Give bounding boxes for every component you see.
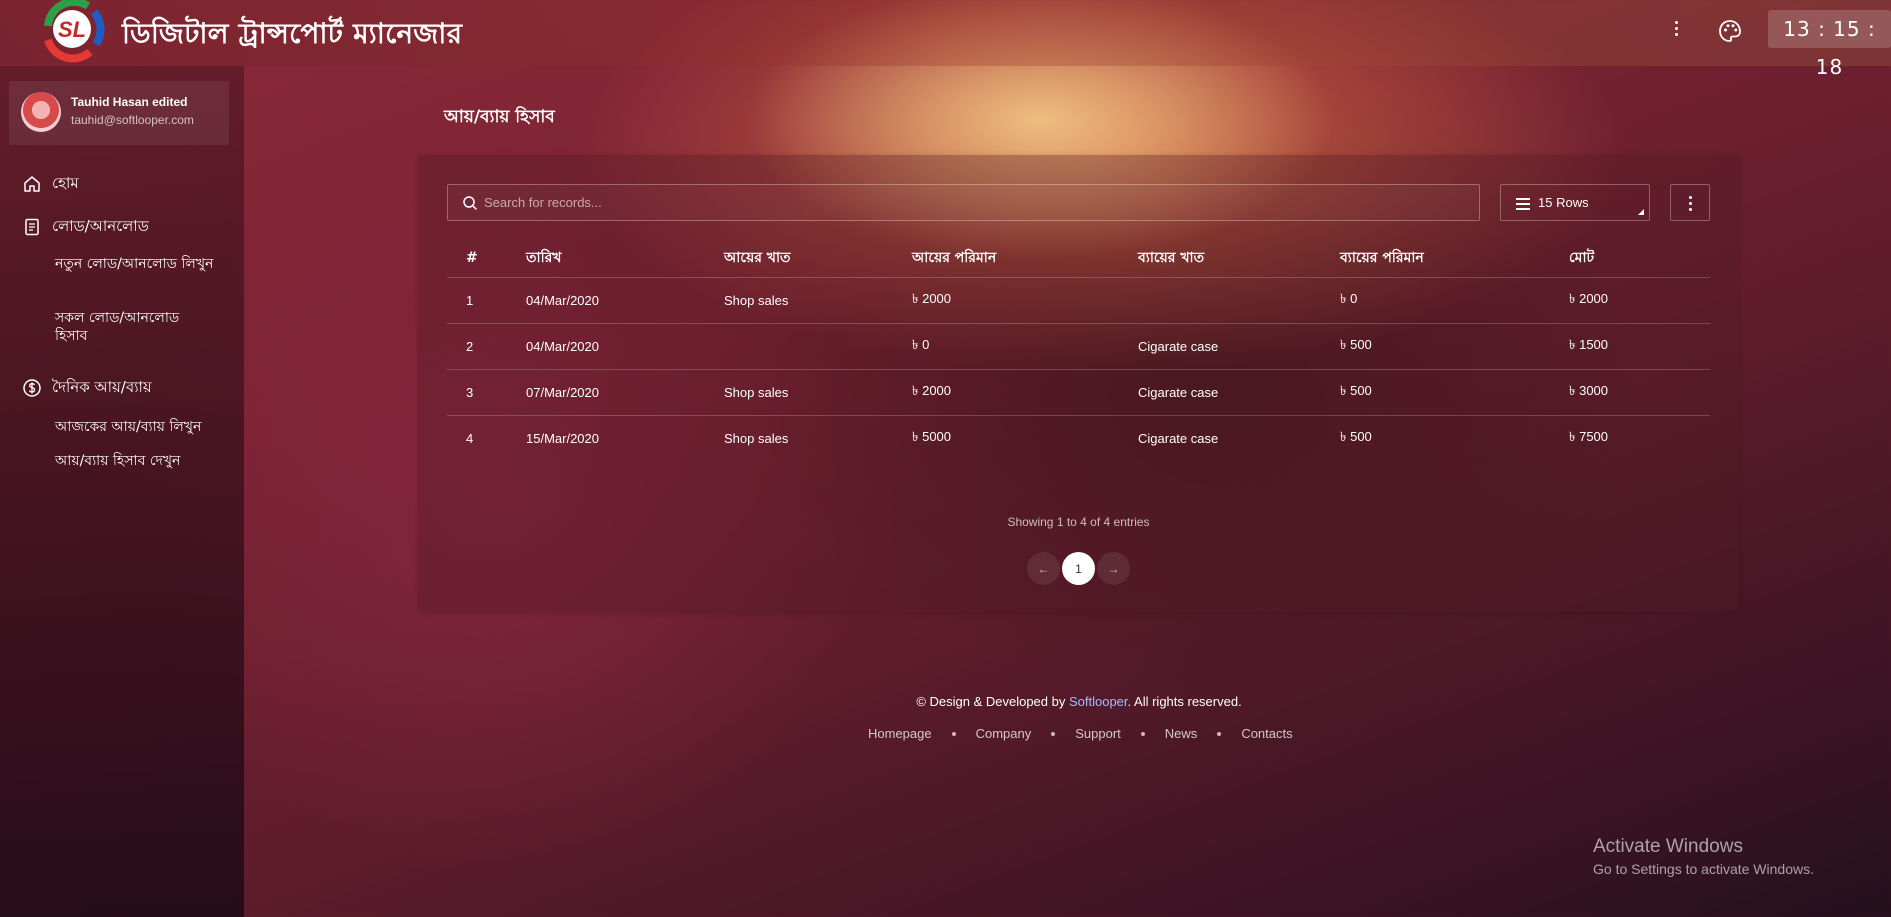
windows-activation-watermark: Activate Windows Go to Settings to activ…	[1593, 836, 1814, 877]
column-header[interactable]: মোট	[1569, 239, 1710, 278]
brand-link[interactable]: Softlooper	[1069, 694, 1128, 709]
sidebar-item-label: হোম	[52, 173, 79, 192]
table-cell: ৳ 0	[1340, 277, 1569, 324]
table-cell: Shop sales	[724, 430, 789, 446]
pagination: ← 1 →	[1027, 552, 1130, 586]
sidebar-item-today-entry[interactable]: আজকের আয়/ব্যায় লিখুন	[55, 418, 235, 436]
copyright-prefix: © Design & Developed by	[916, 694, 1069, 709]
user-name: Tauhid Hasan edited	[71, 95, 188, 109]
table-cell	[1138, 277, 1340, 324]
table-cell: ৳ 2000	[1569, 277, 1710, 324]
table-cell: 4	[466, 430, 474, 446]
sidebar-item-label: লোড/আনলোড	[52, 216, 149, 235]
top-bar: SL ডিজিটাল ট্রান্সপোর্ট ম্যানেজার 13 : 1…	[0, 0, 1891, 79]
table-cell: ৳ 5000	[912, 428, 952, 444]
table-cell: ৳ 500	[1340, 369, 1569, 416]
table-cell: Cigarate case	[1138, 430, 1219, 446]
records-table: # তারিখ আয়ের খাত আয়ের পরিমান ব্যায়ের …	[447, 239, 1710, 461]
table-row[interactable]: 1 04/Mar/2020 Shop sales ৳ 2000 ৳ 0 ৳ 20…	[447, 277, 1710, 324]
table-cell: 2	[447, 323, 526, 370]
palette-icon[interactable]	[1717, 18, 1743, 44]
table-cell: Shop sales	[724, 369, 912, 416]
table-row[interactable]: 3 07/Mar/2020 Shop sales ৳ 2000 Cigarate…	[447, 369, 1710, 416]
column-header[interactable]: ব্যায়ের পরিমান	[1340, 239, 1569, 278]
table-row[interactable]: 2 04/Mar/2020 ৳ 0 Cigarate case ৳ 500 ৳ …	[447, 323, 1710, 370]
footer-link-company[interactable]: Company	[976, 726, 1032, 741]
column-header[interactable]: ব্যায়ের খাত	[1138, 239, 1340, 278]
document-icon	[25, 218, 39, 236]
sidebar-item-load-unload[interactable]: লোড/আনলোড	[22, 215, 149, 239]
table-cell: ৳ 3000	[1569, 369, 1710, 416]
table-options-button[interactable]	[1670, 184, 1710, 221]
copyright-suffix: . All rights reserved.	[1127, 694, 1242, 709]
column-header[interactable]: আয়ের পরিমান	[912, 239, 1138, 278]
footer-link-news[interactable]: News	[1165, 726, 1198, 741]
table-cell: ৳ 500	[1340, 428, 1372, 444]
user-card[interactable]: Tauhid Hasan edited tauhid@softlooper.co…	[9, 81, 229, 145]
table-cell: ৳ 2000	[912, 369, 1138, 416]
sidebar-item-label: দৈনিক আয়/ব্যায়	[52, 377, 152, 396]
search-input[interactable]	[484, 185, 1474, 220]
entries-info: Showing 1 to 4 of 4 entries	[1007, 515, 1150, 529]
menu-lines-icon	[1516, 198, 1530, 213]
table-cell: 1	[447, 277, 526, 324]
dropdown-corner-icon	[1638, 209, 1644, 215]
table-cell: 04/Mar/2020	[526, 323, 724, 370]
separator-dot	[1051, 731, 1056, 736]
footer-link-homepage[interactable]: Homepage	[868, 726, 932, 741]
records-card: 15 Rows # তারিখ আয়ের খাত আয়ের পরিমান ব…	[418, 155, 1739, 612]
table-header-row: # তারিখ আয়ের খাত আয়ের পরিমান ব্যায়ের …	[447, 239, 1710, 278]
sidebar: Tauhid Hasan edited tauhid@softlooper.co…	[0, 66, 244, 917]
user-email: tauhid@softlooper.com	[71, 113, 194, 127]
column-header[interactable]: তারিখ	[526, 239, 724, 278]
table-cell: 3	[447, 369, 526, 416]
sidebar-item-all-loads[interactable]: সকল লোড/আনলোড হিসাব	[55, 309, 215, 345]
table-row[interactable]: 4 15/Mar/2020 Shop sales ৳ 5000 Cigarate…	[447, 415, 1710, 461]
prev-page-button[interactable]: ←	[1027, 552, 1060, 585]
table-cell: Cigarate case	[1138, 369, 1340, 416]
app-title: ডিজিটাল ট্রান্সপোর্ট ম্যানেজার	[122, 17, 463, 50]
footer-copyright: © Design & Developed by Softlooper. All …	[0, 694, 1891, 709]
page-1-button[interactable]: 1	[1062, 552, 1095, 585]
search-box	[447, 184, 1480, 221]
table-cell	[724, 323, 912, 370]
table-cell: ৳ 1500	[1569, 323, 1710, 370]
separator-dot	[1217, 731, 1222, 736]
rows-per-page-label: 15 Rows	[1538, 195, 1589, 210]
more-options-icon[interactable]	[1666, 18, 1686, 42]
separator-dot	[951, 731, 956, 736]
watermark-title: Activate Windows	[1593, 836, 1743, 857]
table-cell: ৳ 0	[912, 323, 1138, 370]
footer-link-support[interactable]: Support	[1075, 726, 1121, 741]
next-page-button[interactable]: →	[1097, 552, 1130, 585]
table-cell: ৳ 2000	[912, 277, 1138, 324]
avatar	[21, 92, 61, 132]
app-logo[interactable]: SL	[38, 0, 106, 66]
separator-dot	[1140, 731, 1145, 736]
column-header[interactable]: আয়ের খাত	[724, 239, 912, 278]
table-cell: Shop sales	[724, 277, 912, 324]
search-icon	[463, 196, 478, 211]
sidebar-item-home[interactable]: হোম	[22, 172, 79, 196]
table-cell: 15/Mar/2020	[526, 430, 599, 446]
column-header[interactable]: #	[447, 239, 526, 278]
home-icon	[24, 176, 40, 192]
rows-per-page-select[interactable]: 15 Rows	[1500, 184, 1650, 221]
currency-icon	[23, 379, 41, 397]
table-cell: Cigarate case	[1138, 323, 1340, 370]
page-title: আয়/ব্যায় হিসাব	[444, 107, 555, 127]
watermark-subtitle: Go to Settings to activate Windows.	[1593, 861, 1814, 877]
sidebar-item-daily-income-expense[interactable]: দৈনিক আয়/ব্যায়	[22, 376, 152, 400]
table-cell: ৳ 500	[1340, 323, 1569, 370]
logo-text: SL	[58, 17, 86, 42]
sidebar-item-view-accounts[interactable]: আয়/ব্যায় হিসাব দেখুন	[55, 452, 235, 470]
table-cell: 07/Mar/2020	[526, 369, 724, 416]
sidebar-item-new-load[interactable]: নতুন লোড/আনলোড লিখুন	[55, 255, 215, 273]
footer-link-contacts[interactable]: Contacts	[1241, 726, 1292, 741]
clock: 13 : 15 : 18	[1768, 10, 1891, 79]
table-cell: 04/Mar/2020	[526, 277, 724, 324]
table-cell: ৳ 7500	[1569, 428, 1609, 444]
footer-links: Homepage Company Support News Contacts	[868, 726, 1293, 741]
